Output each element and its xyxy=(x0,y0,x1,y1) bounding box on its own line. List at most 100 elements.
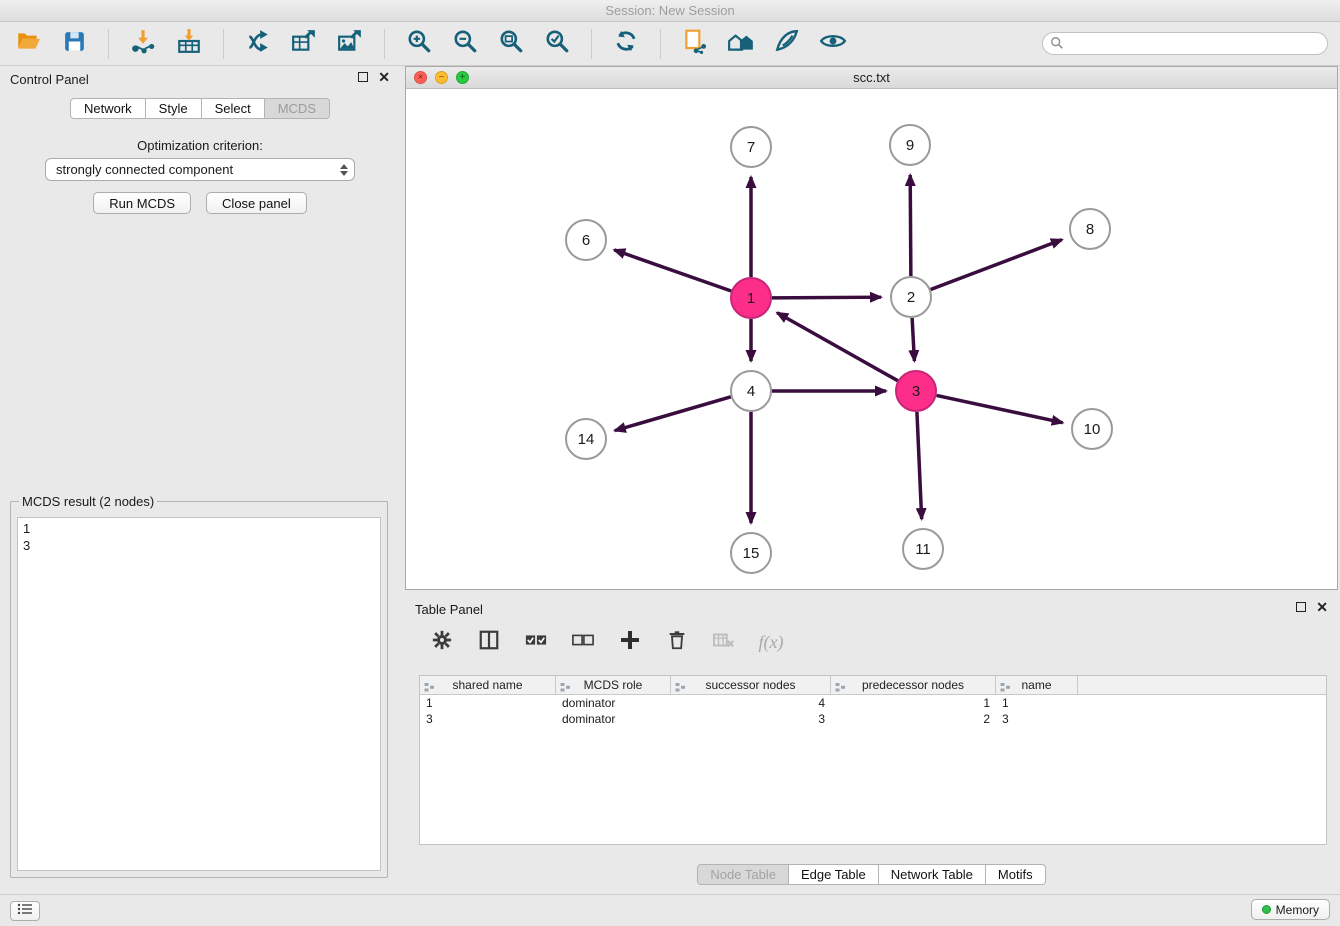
graph-edge-1-6[interactable] xyxy=(614,250,731,291)
table-cell[interactable]: 1 xyxy=(420,695,556,711)
open-session-button[interactable] xyxy=(12,28,44,60)
column-header-successor-nodes[interactable]: successor nodes xyxy=(671,676,831,694)
clone-network-button[interactable] xyxy=(242,28,274,60)
tab-node-table[interactable]: Node Table xyxy=(697,864,789,885)
column-header-name[interactable]: name xyxy=(996,676,1078,694)
function-builder-button[interactable]: f(x) xyxy=(758,629,784,655)
table-settings-button[interactable] xyxy=(429,629,455,655)
mcds-result-item[interactable]: 3 xyxy=(23,537,380,554)
close-panel-button[interactable]: Close panel xyxy=(206,192,307,214)
tab-network-table[interactable]: Network Table xyxy=(879,864,986,885)
table-row[interactable]: 1dominator411 xyxy=(420,695,1326,711)
sort-icon xyxy=(424,680,435,698)
share-arrows-icon xyxy=(245,28,271,59)
export-image-icon xyxy=(337,28,363,59)
graph-node-label: 2 xyxy=(907,289,915,306)
graph-edge-2-3[interactable] xyxy=(912,318,914,361)
table-body: 1dominator4113dominator323 xyxy=(420,695,1326,727)
memory-label: Memory xyxy=(1276,903,1319,917)
delete-table-button[interactable] xyxy=(711,629,737,655)
close-window-icon[interactable]: × xyxy=(414,71,427,84)
toolbar-separator xyxy=(108,29,109,59)
table-cell[interactable]: 4 xyxy=(671,695,831,711)
zoom-out-button[interactable] xyxy=(449,28,481,60)
import-network-button[interactable] xyxy=(127,28,159,60)
node-table: shared nameMCDS rolesuccessor nodesprede… xyxy=(419,675,1327,845)
annotation-button[interactable] xyxy=(679,28,711,60)
import-network-icon xyxy=(130,28,156,59)
graph-edge-3-1[interactable] xyxy=(777,313,898,381)
control-panel-header: Control Panel ✕ xyxy=(2,68,398,92)
network-window-title: scc.txt xyxy=(853,70,890,85)
tab-select[interactable]: Select xyxy=(202,98,265,119)
optimization-label: Optimization criterion: xyxy=(2,138,398,153)
run-mcds-button[interactable]: Run MCDS xyxy=(93,192,191,214)
zoom-fit-button[interactable] xyxy=(495,28,527,60)
zoom-selected-button[interactable] xyxy=(541,28,573,60)
tab-mcds[interactable]: MCDS xyxy=(265,98,330,119)
zoom-in-button[interactable] xyxy=(403,28,435,60)
column-header-shared-name[interactable]: shared name xyxy=(420,676,556,694)
show-columns-button[interactable] xyxy=(476,629,502,655)
network-window-titlebar[interactable]: × − + scc.txt xyxy=(406,67,1337,89)
deselect-all-button[interactable] xyxy=(570,629,596,655)
float-panel-icon[interactable] xyxy=(358,72,368,82)
import-table-button[interactable] xyxy=(173,28,205,60)
column-header-mcds-role[interactable]: MCDS role xyxy=(556,676,671,694)
graph-edge-2-9[interactable] xyxy=(910,175,911,276)
select-stepper-icon xyxy=(337,162,350,178)
add-column-button[interactable] xyxy=(617,629,643,655)
tab-network[interactable]: Network xyxy=(70,98,146,119)
import-table-icon xyxy=(176,28,202,59)
memory-button[interactable]: Memory xyxy=(1251,899,1330,920)
close-table-panel-icon[interactable]: ✕ xyxy=(1316,602,1328,612)
style-button[interactable] xyxy=(771,28,803,60)
network-canvas[interactable]: 7968124314101511 xyxy=(406,89,1337,589)
tab-style[interactable]: Style xyxy=(146,98,202,119)
toolbar-separator xyxy=(223,29,224,59)
table-cell[interactable]: 1 xyxy=(831,695,996,711)
main-toolbar xyxy=(0,22,1340,66)
mcds-result-group: MCDS result (2 nodes) 13 xyxy=(10,494,388,878)
show-hide-button[interactable] xyxy=(817,28,849,60)
graph-edge-2-8[interactable] xyxy=(931,240,1062,290)
save-session-button[interactable] xyxy=(58,28,90,60)
eye-icon xyxy=(819,28,847,59)
graph-edge-4-14[interactable] xyxy=(615,397,731,431)
graph-node-label: 15 xyxy=(743,545,760,562)
export-table-button[interactable] xyxy=(288,28,320,60)
table-cell[interactable]: dominator xyxy=(556,711,671,727)
table-row[interactable]: 3dominator323 xyxy=(420,711,1326,727)
table-cell[interactable]: 2 xyxy=(831,711,996,727)
apply-layout-button[interactable] xyxy=(610,28,642,60)
table-cell[interactable]: 3 xyxy=(996,711,1078,727)
select-all-button[interactable] xyxy=(523,629,549,655)
window-titlebar[interactable]: Session: New Session xyxy=(0,0,1340,22)
task-history-button[interactable] xyxy=(10,901,40,921)
zoom-fit-icon xyxy=(498,28,524,59)
minimize-window-icon[interactable]: − xyxy=(435,71,448,84)
mcds-result-list[interactable]: 13 xyxy=(17,517,381,871)
graph-edge-3-11[interactable] xyxy=(917,412,922,519)
column-header-predecessor-nodes[interactable]: predecessor nodes xyxy=(831,676,996,694)
graph-edge-1-2[interactable] xyxy=(772,297,881,298)
mcds-result-item[interactable]: 1 xyxy=(23,520,380,537)
maximize-window-icon[interactable]: + xyxy=(456,71,469,84)
float-table-panel-icon[interactable] xyxy=(1296,602,1306,612)
mcds-result-title: MCDS result (2 nodes) xyxy=(19,494,157,509)
table-cell[interactable]: dominator xyxy=(556,695,671,711)
tab-edge-table[interactable]: Edge Table xyxy=(789,864,879,885)
paint-style-icon xyxy=(774,28,800,59)
table-cell[interactable]: 3 xyxy=(671,711,831,727)
network-home-button[interactable] xyxy=(725,28,757,60)
tab-motifs[interactable]: Motifs xyxy=(986,864,1046,885)
graph-edge-3-10[interactable] xyxy=(937,395,1063,422)
close-panel-icon[interactable]: ✕ xyxy=(378,72,390,82)
sort-icon xyxy=(675,680,686,698)
export-image-button[interactable] xyxy=(334,28,366,60)
trash-icon xyxy=(666,629,688,656)
delete-column-button[interactable] xyxy=(664,629,690,655)
table-cell[interactable]: 3 xyxy=(420,711,556,727)
search-input[interactable] xyxy=(1042,32,1328,55)
optimization-select[interactable]: strongly connected component xyxy=(45,158,355,181)
